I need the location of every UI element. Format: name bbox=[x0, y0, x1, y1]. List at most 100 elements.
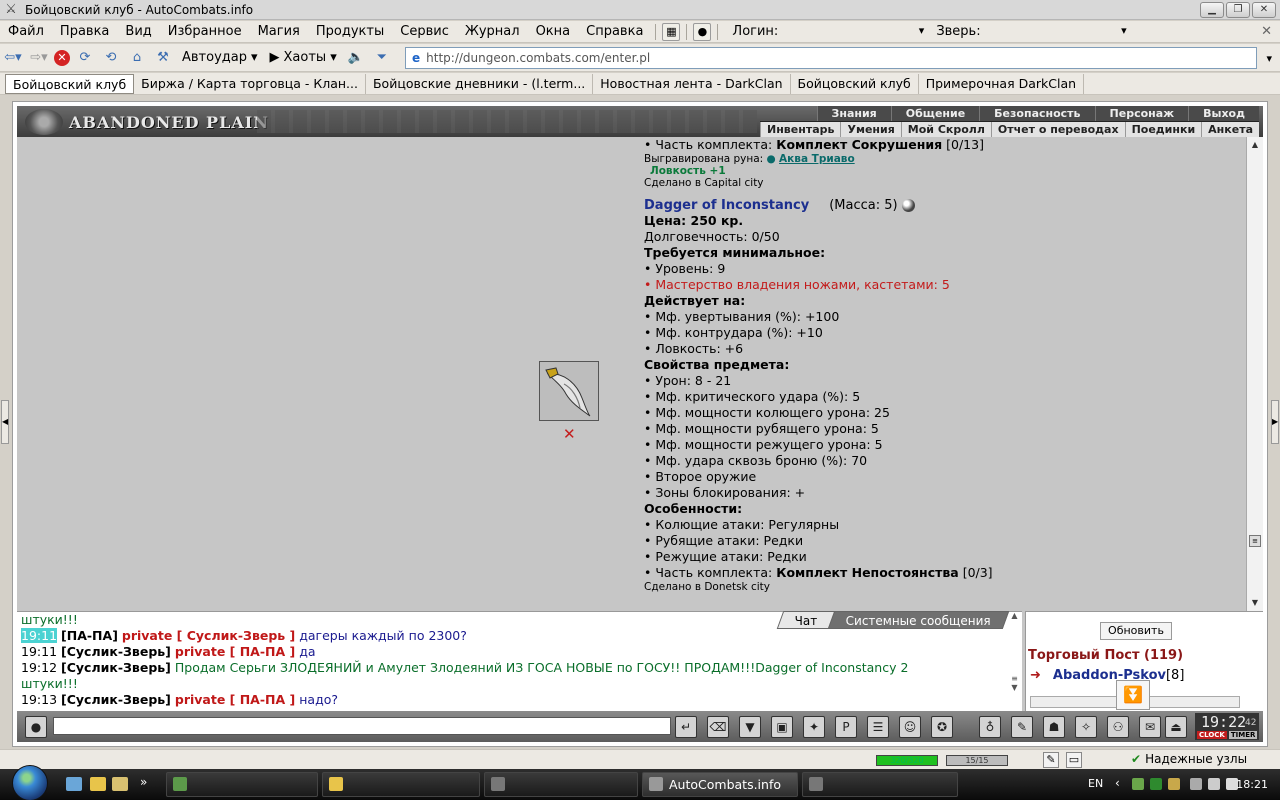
clock-tab[interactable]: CLOCK bbox=[1197, 731, 1227, 739]
more-icon[interactable]: » bbox=[140, 775, 156, 789]
tray-icon[interactable] bbox=[1150, 778, 1162, 790]
menu-products[interactable]: Продукты bbox=[308, 24, 392, 39]
chat-time[interactable]: 19:12 bbox=[21, 660, 57, 675]
note-icon[interactable]: ✎ bbox=[1043, 752, 1059, 768]
magic-icon[interactable]: ✧ bbox=[1075, 716, 1097, 738]
menu-journal[interactable]: Журнал bbox=[457, 24, 528, 39]
menu-help[interactable]: Справка bbox=[578, 24, 651, 39]
scroll-up-icon[interactable]: ▲ bbox=[1007, 611, 1022, 620]
scroll-icon[interactable]: ✎ bbox=[1011, 716, 1033, 738]
close-button[interactable]: ✕ bbox=[1252, 2, 1276, 18]
tray-icon[interactable] bbox=[1168, 778, 1180, 790]
potion-icon[interactable]: ♁ bbox=[979, 716, 1001, 738]
menu-view[interactable]: Вид bbox=[117, 24, 159, 39]
fighter-icon[interactable]: ✦ bbox=[803, 716, 825, 738]
folder-icon[interactable] bbox=[90, 777, 106, 791]
scroll-down-icon[interactable]: ▼ bbox=[1247, 595, 1263, 611]
taskbar-item[interactable] bbox=[166, 772, 318, 797]
chat-time[interactable]: 19:13 bbox=[21, 692, 57, 707]
nav-security[interactable]: Безопасность bbox=[979, 106, 1094, 121]
taskbar-item[interactable] bbox=[322, 772, 480, 797]
tab-diaries[interactable]: Бойцовские дневники - (l.term... bbox=[366, 73, 594, 94]
forward-icon[interactable]: ⇨▾ bbox=[28, 47, 50, 69]
send-icon[interactable]: ↵ bbox=[675, 716, 697, 738]
haoty-button[interactable]: ▶ Хаоты ▾ bbox=[264, 50, 343, 65]
nav-communication[interactable]: Общение bbox=[890, 106, 979, 121]
taskbar-item-autocombats[interactable]: AutoCombats.info bbox=[642, 772, 798, 797]
list-icon[interactable]: ☰ bbox=[867, 716, 889, 738]
menu-file[interactable]: Файл bbox=[0, 24, 52, 39]
chat-nick[interactable]: [Суслик-Зверь] bbox=[61, 644, 171, 659]
start-button[interactable] bbox=[8, 765, 52, 800]
nav-fights[interactable]: Поединки bbox=[1124, 122, 1202, 137]
chat-private[interactable]: private [ ПА-ПА ] bbox=[175, 644, 295, 659]
chat-time[interactable]: 19:11 bbox=[21, 644, 57, 659]
nav-knowledge[interactable]: Знания bbox=[816, 106, 891, 121]
trade-row[interactable]: ➜ Abaddon-Pskov[8] bbox=[1030, 668, 1184, 683]
maximize-button[interactable]: ❐ bbox=[1226, 2, 1250, 18]
tab-fight-club-2[interactable]: Бойцовский клуб bbox=[791, 73, 919, 94]
chat-private[interactable]: private [ ПА-ПА ] bbox=[175, 692, 295, 707]
orb-icon[interactable]: ● bbox=[693, 22, 712, 41]
chat-nick[interactable]: [ПА-ПА] bbox=[61, 628, 118, 643]
menu-close-icon[interactable]: ✕ bbox=[1261, 24, 1272, 39]
address-dropdown-icon[interactable]: ▾ bbox=[1266, 52, 1272, 65]
tab-system-messages[interactable]: Системные сообщения bbox=[827, 611, 1009, 629]
taskbar-item[interactable] bbox=[484, 772, 638, 797]
nav-profile[interactable]: Анкета bbox=[1201, 122, 1259, 137]
tab-fitting[interactable]: Примерочная DarkClan bbox=[919, 73, 1085, 94]
login-dropdown[interactable] bbox=[786, 23, 926, 41]
character-icon[interactable]: ☗ bbox=[1043, 716, 1065, 738]
save-icon[interactable]: ▣ bbox=[771, 716, 793, 738]
tray-expand-icon[interactable]: ‹ bbox=[1115, 776, 1120, 790]
safe-nodes[interactable]: ✔ Надежные узлы bbox=[1131, 752, 1247, 766]
menu-windows[interactable]: Окна bbox=[528, 24, 579, 39]
prev-rune-link[interactable]: Аква Триаво bbox=[779, 153, 855, 165]
bank-icon[interactable]: ▦ bbox=[662, 22, 681, 41]
emotion-icon[interactable]: ● bbox=[25, 716, 47, 738]
right-panel-handle[interactable]: ▶ bbox=[1271, 400, 1279, 444]
tray-icon[interactable] bbox=[1132, 778, 1144, 790]
chat-nick[interactable]: [Суслик-Зверь] bbox=[61, 692, 171, 707]
chat-nick[interactable]: [Суслик-Зверь] bbox=[61, 660, 171, 675]
chat-time[interactable]: 19:11 bbox=[21, 628, 58, 643]
scroll-up-icon[interactable]: ▲ bbox=[1247, 137, 1263, 153]
scroll-down-icon[interactable]: ▼ bbox=[1007, 683, 1022, 692]
content-scrollbar[interactable]: ▲ ≡ ▼ bbox=[1246, 137, 1263, 611]
tab-fight-club[interactable]: Бойцовский клуб bbox=[5, 73, 135, 94]
autoudar-button[interactable]: Автоудар ▾ bbox=[176, 50, 264, 65]
nav-transfer-report[interactable]: Отчет о переводах bbox=[990, 122, 1125, 137]
nav-exit[interactable]: Выход bbox=[1188, 106, 1259, 121]
nav-skills[interactable]: Умения bbox=[840, 122, 900, 137]
refresh-all-icon[interactable]: ⟲ bbox=[100, 47, 122, 69]
desktop-icon[interactable] bbox=[66, 777, 82, 791]
scroll-down-double-icon[interactable]: ⏬ bbox=[1116, 680, 1150, 710]
tab-exchange[interactable]: Биржа / Карта торговца - Клан... bbox=[134, 73, 366, 94]
nav-inventory[interactable]: Инвентарь bbox=[760, 122, 840, 137]
chat-scrollbar[interactable]: ▲ ≡ ▼ bbox=[1007, 611, 1022, 711]
translit-icon[interactable]: Р bbox=[835, 716, 857, 738]
clan-icon[interactable]: ✪ bbox=[931, 716, 953, 738]
system-clock[interactable]: 18:21 bbox=[1236, 778, 1268, 791]
filter-icon[interactable]: ▼ bbox=[739, 716, 761, 738]
menu-service[interactable]: Сервис bbox=[392, 24, 457, 39]
menu-favorites[interactable]: Избранное bbox=[160, 24, 250, 39]
remove-item-icon[interactable]: ✕ bbox=[563, 425, 576, 443]
address-bar[interactable]: e http://dungeon.combats.com/enter.pl bbox=[405, 47, 1257, 69]
stop-icon[interactable]: ✕ bbox=[54, 49, 70, 66]
nav-my-scroll[interactable]: Мой Скролл bbox=[900, 122, 991, 137]
scroll-thumb[interactable]: ≡ bbox=[1249, 535, 1261, 547]
tools-icon[interactable]: ⚒ bbox=[152, 47, 174, 69]
nav-character[interactable]: Персонаж bbox=[1094, 106, 1189, 121]
dagger-image[interactable] bbox=[539, 361, 599, 421]
exit-icon[interactable]: ⏏ bbox=[1165, 716, 1187, 738]
tab-chat[interactable]: Чат bbox=[776, 611, 836, 629]
team-icon[interactable]: ⚇ bbox=[1107, 716, 1129, 738]
home-icon[interactable]: ⌂ bbox=[126, 47, 148, 69]
network-icon[interactable] bbox=[1208, 778, 1220, 790]
refresh-icon[interactable]: ⟳ bbox=[74, 47, 96, 69]
eraser-icon[interactable]: ⌫ bbox=[707, 716, 729, 738]
scroll-thumb[interactable]: ≡ bbox=[1007, 674, 1022, 683]
tray-icon[interactable] bbox=[1190, 778, 1202, 790]
quicklaunch-icon[interactable] bbox=[112, 777, 128, 791]
